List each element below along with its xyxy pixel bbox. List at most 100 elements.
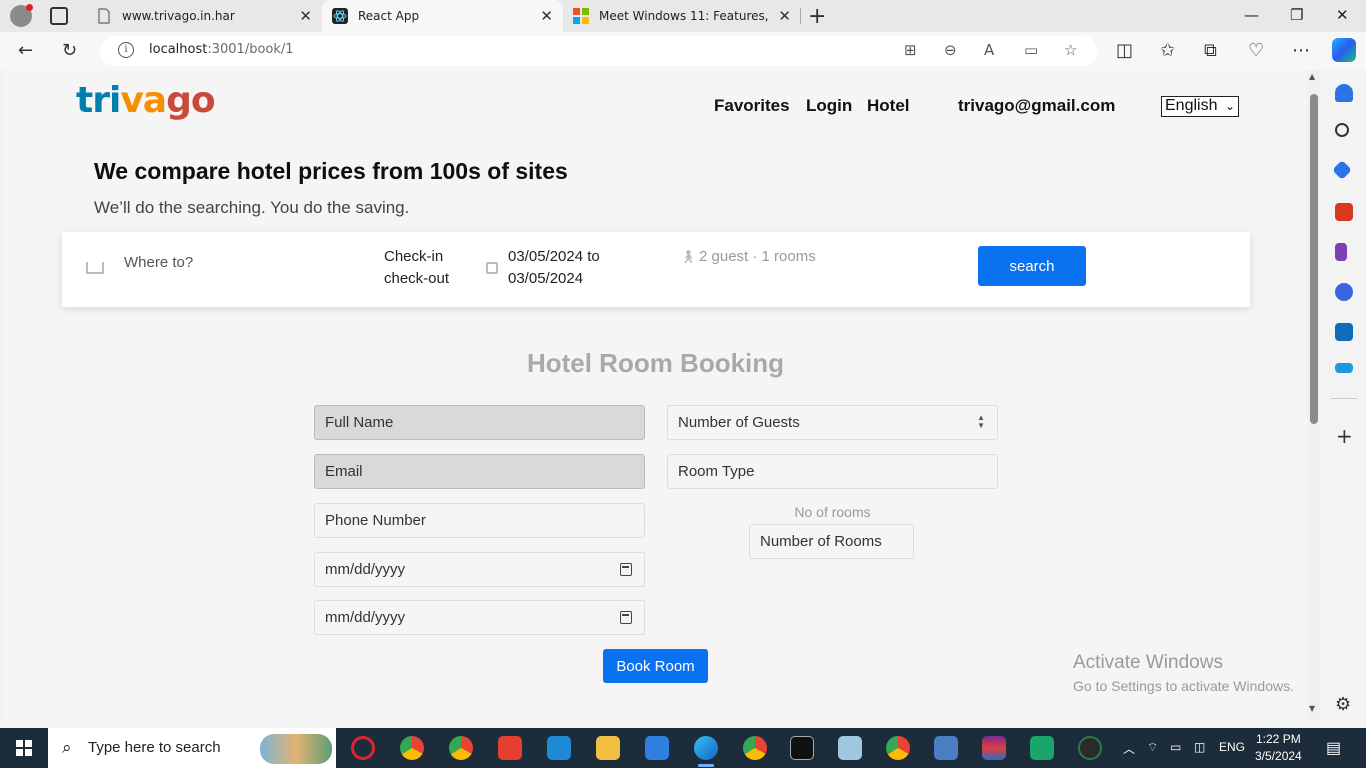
checkin-date-field[interactable]: mm/dd/yyyy [314, 552, 645, 587]
search-button[interactable]: search [978, 246, 1086, 286]
hs-app-icon[interactable] [1078, 736, 1102, 760]
refresh-icon[interactable]: ↻ [62, 40, 77, 62]
collections-icon[interactable]: ⧉ [1204, 40, 1217, 62]
nav-hotel[interactable]: Hotel [867, 96, 910, 116]
checkout-date-field[interactable]: mm/dd/yyyy [314, 600, 645, 635]
close-tab-icon[interactable]: ✕ [778, 7, 791, 25]
url-text[interactable]: localhost:3001/book/1 [149, 42, 294, 57]
number-of-rooms-field[interactable]: Number of Rooms [749, 524, 914, 559]
close-tab-icon[interactable]: ✕ [299, 7, 312, 25]
spinner-arrows-icon[interactable]: ▲ ▼ [977, 414, 985, 430]
phone-number-field[interactable]: Phone Number [314, 503, 645, 538]
favorites-icon[interactable]: ✩ [1160, 40, 1175, 62]
tab-react-app[interactable]: React App ✕ [322, 0, 563, 32]
close-tab-icon[interactable]: ✕ [540, 7, 553, 25]
restore-icon[interactable]: ❐ [1290, 6, 1303, 24]
calendar-icon[interactable] [620, 563, 632, 576]
add-icon[interactable]: + [1336, 424, 1353, 448]
start-button-icon[interactable] [16, 740, 32, 756]
chrome-profile-icon[interactable] [449, 736, 473, 760]
microsoft-store-icon[interactable] [645, 736, 669, 760]
search-highlight-image [260, 734, 332, 764]
shopping-tag-icon[interactable] [1332, 160, 1352, 180]
page-scrollbar[interactable]: ▲ ▼ [1308, 70, 1320, 720]
file-explorer-icon[interactable] [596, 736, 620, 760]
site-info-icon[interactable]: i [118, 42, 134, 58]
nav-login[interactable]: Login [806, 96, 852, 116]
edge-icon[interactable] [694, 736, 718, 767]
guests-rooms-selector[interactable]: 2 guest · 1 rooms [699, 248, 816, 265]
address-bar[interactable]: i localhost:3001/book/1 ⊞ ⊖ A ▭ ☆ [100, 36, 1097, 66]
close-window-icon[interactable]: ✕ [1336, 6, 1349, 24]
date-range-picker[interactable]: 03/05/2024 to 03/05/2024 [508, 246, 600, 290]
book-room-button[interactable]: Book Room [603, 649, 708, 683]
vscode-icon[interactable] [547, 736, 571, 760]
room-type-field[interactable]: Room Type [667, 454, 998, 489]
scroll-up-icon[interactable]: ▲ [1309, 72, 1315, 81]
search-icon[interactable] [1335, 123, 1349, 137]
input-language[interactable]: ENG [1219, 740, 1245, 754]
read-aloud-icon[interactable]: A [984, 41, 994, 59]
trivago-logo[interactable]: trivago [76, 80, 216, 121]
tab-windows-11[interactable]: Meet Windows 11: Features, Loo ✕ [563, 0, 801, 32]
security-app-icon[interactable] [1030, 736, 1054, 760]
email-field[interactable]: Email [314, 454, 645, 489]
performance-icon[interactable]: ♡ [1248, 40, 1264, 62]
wps-office-icon[interactable] [498, 736, 522, 760]
minimize-icon[interactable]: — [1244, 6, 1259, 24]
apps-icon[interactable]: ⊞ [904, 41, 917, 59]
copilot-icon[interactable] [1332, 38, 1356, 62]
split-screen-icon[interactable]: ◫ [1116, 40, 1133, 62]
immersive-reader-icon[interactable]: ▭ [1024, 41, 1038, 59]
nav-favorites[interactable]: Favorites [714, 96, 790, 116]
chrome-profile2-icon[interactable] [743, 736, 767, 760]
nav-account-email[interactable]: trivago@gmail.com [958, 96, 1115, 116]
number-of-guests-field[interactable]: Number of Guests ▲ ▼ [667, 405, 998, 440]
destination-input[interactable]: Where to? [124, 254, 193, 271]
battery-icon[interactable]: ▭ [1170, 740, 1181, 754]
taskbar-clock[interactable]: 1:22 PM 3/5/2024 [1255, 731, 1302, 765]
tab-actions-icon[interactable] [50, 7, 68, 25]
tray-chevron-icon[interactable]: ︿ [1123, 740, 1135, 757]
drop-icon[interactable] [1335, 363, 1353, 373]
full-name-field[interactable]: Full Name [314, 405, 645, 440]
edge-sidebar: + ⚙ [1322, 70, 1366, 728]
games-icon[interactable] [1335, 243, 1347, 261]
taskbar-search-box[interactable]: ⌕ Type here to search [48, 728, 336, 768]
scroll-down-icon[interactable]: ▼ [1309, 704, 1315, 713]
hotel-search-bar: Where to? Check-in check-out 03/05/2024 … [62, 232, 1250, 307]
person-icon: 🚶︎ [680, 250, 697, 265]
settings-gear-icon[interactable]: ⚙ [1335, 694, 1351, 715]
notepad-icon[interactable] [838, 736, 862, 760]
checkout-label: check-out [384, 270, 450, 287]
browser-tab-bar: www.trivago.in.har ✕ React App ✕ Meet Wi… [0, 0, 1366, 32]
outlook-icon[interactable] [1335, 323, 1353, 341]
opera-icon[interactable] [351, 736, 375, 760]
microsoft-icon [573, 8, 589, 24]
control-panel-icon[interactable] [934, 736, 958, 760]
winrar-icon[interactable] [982, 736, 1006, 760]
volume-icon[interactable]: ◫ [1194, 740, 1205, 754]
calendar-icon[interactable] [620, 611, 632, 624]
back-icon[interactable]: ← [18, 40, 33, 62]
url-host: localhost [149, 42, 208, 57]
network-icon[interactable]: ⌔ [1147, 740, 1158, 755]
language-value: English [1165, 97, 1218, 114]
scrollbar-thumb[interactable] [1310, 94, 1318, 424]
language-select[interactable]: English ⌄ [1161, 96, 1239, 117]
tab-trivago-har[interactable]: www.trivago.in.har ✕ [86, 0, 322, 32]
chrome-icon[interactable] [400, 736, 424, 760]
zoom-out-icon[interactable]: ⊖ [944, 41, 957, 59]
tools-icon[interactable] [1335, 203, 1353, 221]
notification-center-icon[interactable]: ▤ [1326, 738, 1341, 758]
tab-title: React App [358, 9, 420, 23]
chrome-alt-icon[interactable] [886, 736, 910, 760]
guests-placeholder: Number of Guests [678, 414, 800, 431]
favorite-star-icon[interactable]: ☆ [1064, 41, 1077, 59]
notifications-bell-icon[interactable] [1335, 84, 1353, 102]
more-menu-icon[interactable]: ⋯ [1292, 40, 1310, 62]
new-tab-icon[interactable]: + [808, 4, 826, 29]
profile-icon[interactable] [10, 4, 33, 27]
microsoft365-icon[interactable] [1335, 283, 1353, 301]
terminal-icon[interactable] [790, 736, 814, 760]
